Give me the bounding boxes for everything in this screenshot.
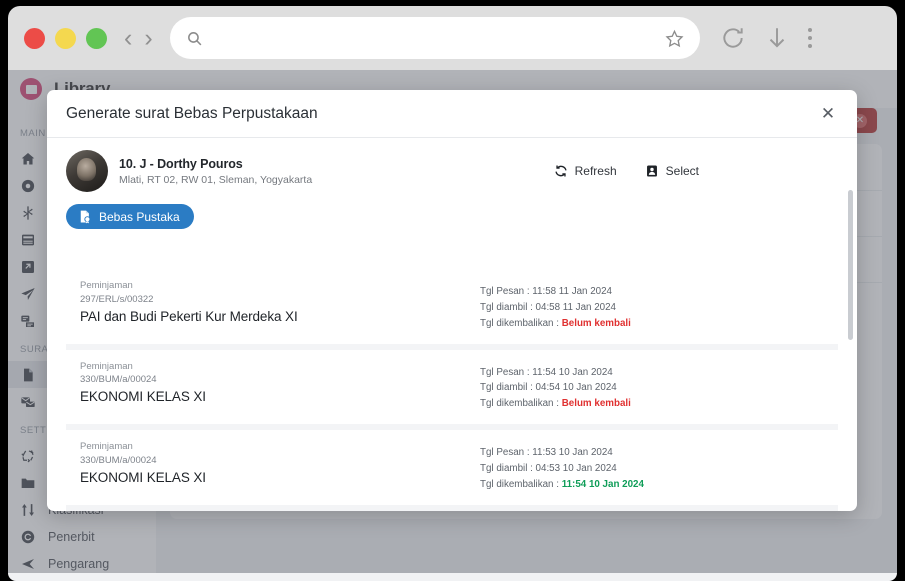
loan-info: Peminjaman 297/ERL/s/00322 PAI dan Budi Pe… <box>80 279 480 332</box>
loan-returned-date: Tgl dikembalikan : Belum kembali <box>480 316 824 332</box>
loan-row[interactable]: Peminjaman 297/ERL/s/00322 PAI dan Budi Pe… <box>66 269 838 344</box>
bebas-pustaka-badge[interactable]: Bebas Pustaka <box>66 204 194 229</box>
loan-returned-value: 11:54 10 Jan 2024 <box>561 478 644 490</box>
loan-taken-value: 04:54 10 Jan 2024 <box>535 382 617 394</box>
badge-row: Bebas Pustaka <box>47 192 857 239</box>
loan-list[interactable]: Peminjaman 297/ERL/s/00322 PAI dan Budi Pe… <box>66 269 838 511</box>
back-icon[interactable]: ‹ <box>121 25 135 51</box>
modal-scrollbar[interactable] <box>848 190 853 503</box>
window-minimize-button[interactable] <box>55 27 76 49</box>
loan-returned-label: Tgl dikembalikan : <box>480 398 559 410</box>
loan-ordered-value: 11:58 11 Jan 2024 <box>532 286 613 297</box>
loan-taken-value: 04:53 10 Jan 2024 <box>535 463 617 475</box>
loan-kind: Peminjaman <box>80 280 133 291</box>
generate-surat-modal: Generate surat Bebas Perpustakaan ✕ 10. … <box>47 90 857 511</box>
loan-returned-date: Tgl dikembalikan : 11:54 10 Jan 2024 <box>480 477 824 493</box>
download-icon[interactable] <box>764 25 790 51</box>
select-button[interactable]: Select <box>645 164 699 178</box>
member-address: Mlati, RT 02, RW 01, Sleman, Yogyakarta <box>119 173 313 186</box>
certificate-icon <box>80 210 91 224</box>
loan-title: EKONOMI KELAS XI <box>80 389 206 405</box>
modal-title: Generate surat Bebas Perpustakaan <box>66 104 318 122</box>
window-traffic-lights <box>24 27 107 49</box>
loan-ordered-value: 11:53 10 Jan 2024 <box>532 447 613 459</box>
browser-nav-arrows: ‹ › <box>121 25 156 51</box>
reload-icon[interactable] <box>720 25 746 51</box>
forward-icon[interactable]: › <box>141 25 155 51</box>
kebab-menu-icon[interactable] <box>807 28 812 48</box>
modal-header-actions: Refresh Select <box>554 164 839 178</box>
loan-info: Peminjaman 330/BUM/a/00024 EKONOMI KELAS X… <box>80 360 480 413</box>
loan-ordered-label: Tgl Pesan : <box>480 286 530 297</box>
window-bottom-edge <box>8 573 897 581</box>
loan-row[interactable]: Peminjaman 330/BUM/a/00024 EKONOMI KELAS X… <box>66 430 838 505</box>
loan-returned-value: Belum kembali <box>561 317 631 329</box>
loan-taken-label: Tgl diambil : <box>480 382 533 394</box>
loan-dates: Tgl Pesan : 11:53 10 Jan 2024 Tgl diambil… <box>480 440 824 493</box>
loan-title: PAI dan Budi Pekerti Kur Merdeka XI <box>80 308 298 324</box>
member-info: 10. J - Dorthy Pouros Mlati, RT 02, RW 0… <box>119 157 554 186</box>
loan-dates: Tgl Pesan : 11:58 11 Jan 2024 Tgl diambil… <box>480 279 824 332</box>
screen: ‹ › Generate surat Bebas Perpustakaan ✕ … <box>0 0 905 581</box>
url-input[interactable] <box>212 30 665 46</box>
id-card-icon <box>646 165 657 177</box>
loan-returned-label: Tgl dikembalikan : <box>480 478 559 490</box>
loan-row[interactable]: Peminjaman 330/BUM/a/00024 EKONOMI KELAS X… <box>66 349 838 425</box>
loan-kind: Peminjaman <box>80 441 133 453</box>
modal-body: 10. J - Dorthy Pouros Mlati, RT 02, RW 0… <box>47 138 857 511</box>
loan-taken-label: Tgl diambil : <box>480 463 533 475</box>
loan-returned-date: Tgl dikembalikan : Belum kembali <box>480 396 824 412</box>
loan-code: 297/ERL/s/00322 <box>80 293 154 305</box>
url-bar[interactable] <box>169 17 700 59</box>
loan-ordered-date: Tgl Pesan : 11:58 11 Jan 2024 <box>480 284 824 300</box>
search-icon <box>187 31 202 45</box>
loan-returned-label: Tgl dikembalikan : <box>480 317 559 329</box>
window-close-button[interactable] <box>24 27 45 49</box>
loan-code: 330/BUM/a/00024 <box>80 374 157 386</box>
select-label: Select <box>665 164 699 178</box>
loan-info: Peminjaman 330/BUM/a/00024 EKONOMI KELAS X… <box>80 440 480 493</box>
loan-taken-label: Tgl diambil : <box>480 301 533 313</box>
loan-ordered-label: Tgl Pesan : <box>480 366 530 378</box>
member-name: 10. J - Dorthy Pouros <box>119 156 243 171</box>
loan-returned-value: Belum kembali <box>561 398 631 410</box>
loan-taken-date: Tgl diambil : 04:58 11 Jan 2024 <box>480 300 824 316</box>
browser-chrome: ‹ › <box>8 6 897 70</box>
bebas-pustaka-label: Bebas Pustaka <box>99 209 180 224</box>
window-maximize-button[interactable] <box>86 27 107 49</box>
modal-scrollbar-thumb[interactable] <box>848 190 853 340</box>
refresh-button[interactable]: Refresh <box>554 164 617 178</box>
refresh-label: Refresh <box>574 164 617 178</box>
star-icon[interactable] <box>665 29 684 48</box>
loan-ordered-date: Tgl Pesan : 11:54 10 Jan 2024 <box>480 365 824 381</box>
browser-toolbar-right <box>720 25 812 51</box>
loan-taken-date: Tgl diambil : 04:54 10 Jan 2024 <box>480 380 824 396</box>
refresh-icon <box>554 165 567 177</box>
app-viewport: Library MAIN MENUHomeAccountStudentsBuku… <box>8 70 897 573</box>
loan-ordered-value: 11:54 10 Jan 2024 <box>532 366 613 378</box>
loan-title: EKONOMI KELAS XI <box>80 469 206 485</box>
loan-dates: Tgl Pesan : 11:54 10 Jan 2024 Tgl diambil… <box>480 360 824 413</box>
loan-kind: Peminjaman <box>80 360 133 372</box>
avatar <box>66 150 108 192</box>
modal-close-icon[interactable]: ✕ <box>817 103 839 125</box>
loan-taken-date: Tgl diambil : 04:53 10 Jan 2024 <box>480 461 824 477</box>
modal-header: Generate surat Bebas Perpustakaan ✕ <box>47 90 857 138</box>
member-strip: 10. J - Dorthy Pouros Mlati, RT 02, RW 0… <box>47 138 857 192</box>
loan-code: 330/BUM/a/00024 <box>80 454 157 466</box>
loan-ordered-label: Tgl Pesan : <box>480 447 530 459</box>
loan-taken-value: 04:58 11 Jan 2024 <box>535 301 616 313</box>
loan-ordered-date: Tgl Pesan : 11:53 10 Jan 2024 <box>480 445 824 461</box>
